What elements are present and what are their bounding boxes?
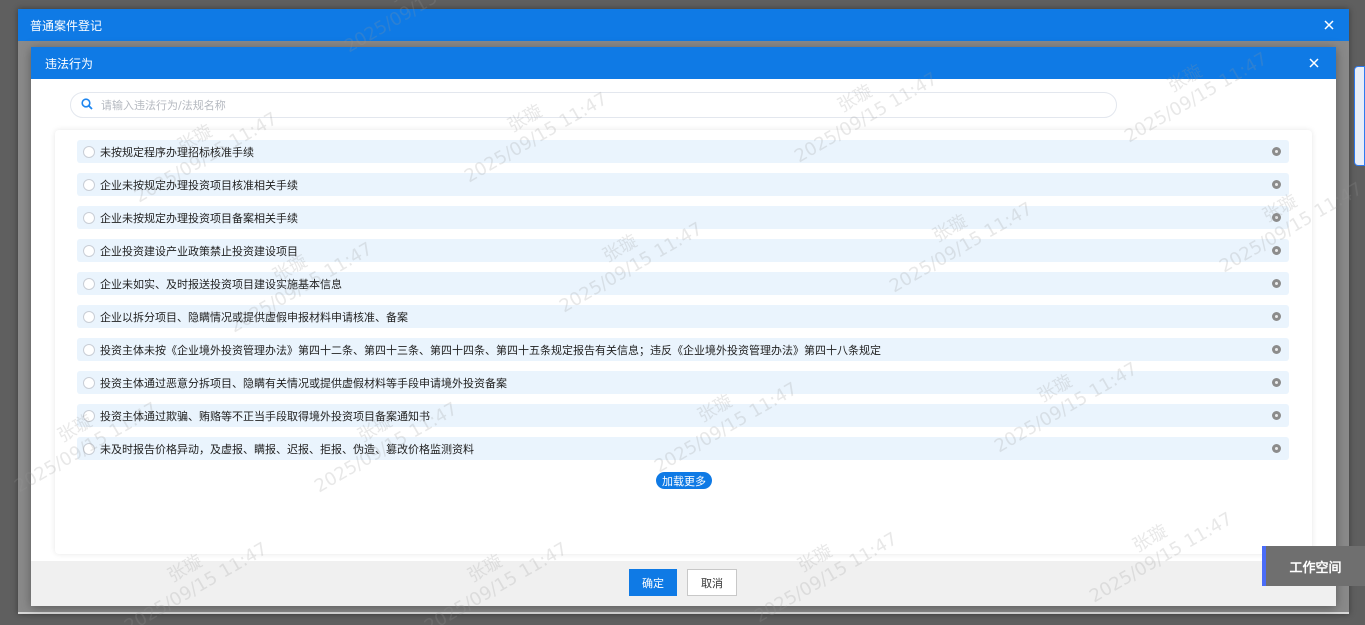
- violation-behavior-dialog-header: 违法行为: [31, 47, 1336, 79]
- radio-button[interactable]: [83, 310, 95, 323]
- info-icon[interactable]: [1272, 444, 1281, 453]
- side-scroll-tab[interactable]: [1354, 66, 1365, 166]
- close-icon[interactable]: [1321, 17, 1337, 33]
- list-item-label: 企业以拆分项目、隐瞒情况或提供虚假申报材料申请核准、备案: [100, 310, 408, 324]
- list-item-label: 企业未按规定办理投资项目核准相关手续: [100, 178, 298, 192]
- radio-button[interactable]: [83, 409, 95, 422]
- list-item-label: 企业未按规定办理投资项目备案相关手续: [100, 211, 298, 225]
- list-item-label: 投资主体未按《企业境外投资管理办法》第四十二条、第四十三条、第四十四条、第四十五…: [100, 343, 881, 357]
- info-icon[interactable]: [1272, 246, 1281, 255]
- violation-list: 未按规定程序办理招标核准手续 企业未按规定办理投资项目核准相关手续 企业未按规定…: [77, 140, 1289, 470]
- list-item[interactable]: 企业未按规定办理投资项目备案相关手续: [77, 206, 1289, 229]
- violation-behavior-dialog-title: 违法行为: [45, 56, 94, 71]
- info-icon[interactable]: [1272, 345, 1281, 354]
- list-item[interactable]: 未及时报告价格异动，及虚报、瞒报、迟报、拒报、伪造、篡改价格监测资料: [77, 437, 1289, 460]
- radio-button[interactable]: [83, 376, 95, 389]
- info-icon[interactable]: [1272, 279, 1281, 288]
- search-icon[interactable]: [81, 97, 93, 113]
- violation-list-panel: 未按规定程序办理招标核准手续 企业未按规定办理投资项目核准相关手续 企业未按规定…: [55, 130, 1312, 554]
- dialog-footer: 确定 取消: [31, 561, 1336, 606]
- violation-behavior-dialog: 违法行为 未按规定程序办理招标核准手续 企业未按规定办理投资项目核准相关手续 企…: [31, 47, 1336, 606]
- radio-button[interactable]: [83, 145, 95, 158]
- list-item[interactable]: 投资主体通过恶意分拆项目、隐瞒有关情况或提供虚假材料等手段申请境外投资备案: [77, 371, 1289, 394]
- info-icon[interactable]: [1272, 147, 1281, 156]
- list-item[interactable]: 投资主体未按《企业境外投资管理办法》第四十二条、第四十三条、第四十四条、第四十五…: [77, 338, 1289, 361]
- list-item[interactable]: 未按规定程序办理招标核准手续: [77, 140, 1289, 163]
- radio-button[interactable]: [83, 442, 95, 455]
- radio-button[interactable]: [83, 277, 95, 290]
- cancel-button[interactable]: 取消: [687, 569, 737, 596]
- radio-button[interactable]: [83, 343, 95, 356]
- confirm-button[interactable]: 确定: [629, 569, 677, 596]
- list-item[interactable]: 企业未按规定办理投资项目核准相关手续: [77, 173, 1289, 196]
- list-item-label: 企业未如实、及时报送投资项目建设实施基本信息: [100, 277, 342, 291]
- list-item-label: 企业投资建设产业政策禁止投资建设项目: [100, 244, 298, 258]
- search-box: [70, 92, 1117, 118]
- list-item-label: 未按规定程序办理招标核准手续: [100, 145, 254, 159]
- radio-button[interactable]: [83, 244, 95, 257]
- info-icon[interactable]: [1272, 378, 1281, 387]
- list-item-label: 未及时报告价格异动，及虚报、瞒报、迟报、拒报、伪造、篡改价格监测资料: [100, 442, 474, 456]
- info-icon[interactable]: [1272, 312, 1281, 321]
- info-icon[interactable]: [1272, 411, 1281, 420]
- list-item[interactable]: 企业投资建设产业政策禁止投资建设项目: [77, 239, 1289, 262]
- case-registration-dialog-title: 普通案件登记: [30, 18, 103, 33]
- info-icon[interactable]: [1272, 213, 1281, 222]
- load-more-button[interactable]: 加载更多: [656, 472, 712, 489]
- info-icon[interactable]: [1272, 180, 1281, 189]
- workspace-button[interactable]: 工作空间: [1262, 546, 1365, 586]
- close-icon[interactable]: [1306, 55, 1322, 71]
- list-item-label: 投资主体通过欺骗、贿赂等不正当手段取得境外投资项目备案通知书: [100, 409, 430, 423]
- radio-button[interactable]: [83, 178, 95, 191]
- list-item[interactable]: 投资主体通过欺骗、贿赂等不正当手段取得境外投资项目备案通知书: [77, 404, 1289, 427]
- list-item-label: 投资主体通过恶意分拆项目、隐瞒有关情况或提供虚假材料等手段申请境外投资备案: [100, 376, 507, 390]
- dialog-bottom-divider: [18, 612, 1349, 614]
- list-item[interactable]: 企业以拆分项目、隐瞒情况或提供虚假申报材料申请核准、备案: [77, 305, 1289, 328]
- list-item[interactable]: 企业未如实、及时报送投资项目建设实施基本信息: [77, 272, 1289, 295]
- case-registration-dialog-header: 普通案件登记: [18, 9, 1349, 41]
- search-input[interactable]: [99, 97, 1106, 113]
- radio-button[interactable]: [83, 211, 95, 224]
